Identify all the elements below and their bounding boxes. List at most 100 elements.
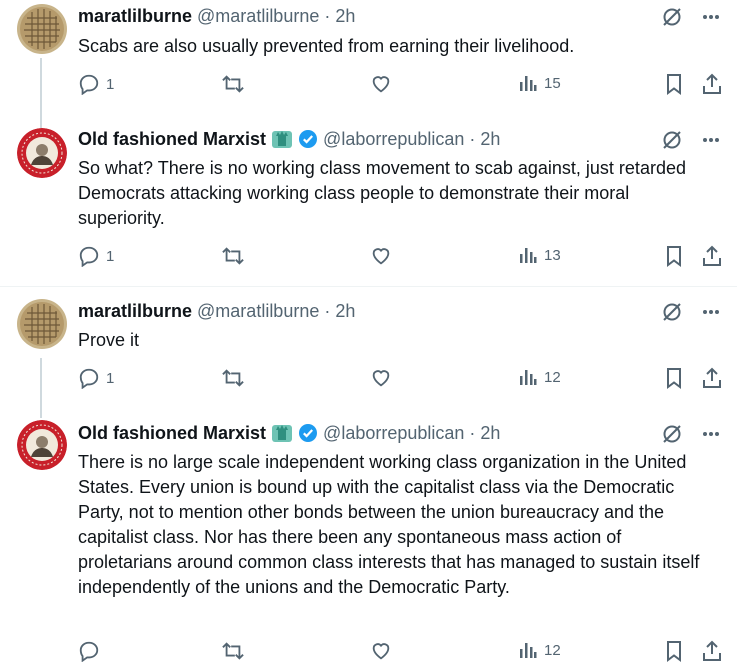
tweet-actions: 1 15	[0, 73, 737, 99]
grok-icon[interactable]	[661, 423, 683, 445]
reply-count: 1	[106, 75, 115, 93]
views-button[interactable]: 12	[518, 640, 561, 660]
heart-icon	[372, 76, 390, 93]
tweet-actions: 12	[0, 640, 737, 666]
tweet-actions: 1 12	[0, 367, 737, 393]
tweet-top-actions	[661, 301, 721, 323]
share-icon	[703, 640, 721, 661]
bookmark-button[interactable]	[664, 245, 684, 267]
views-count: 12	[544, 368, 561, 386]
display-name[interactable]: maratlilburne	[78, 6, 192, 27]
avatar[interactable]	[17, 4, 67, 54]
more-options-icon[interactable]	[701, 424, 721, 444]
more-options-icon[interactable]	[701, 130, 721, 150]
tweet-header: Old fashioned Marxist @laborrepublican ·…	[78, 422, 500, 444]
views-count: 15	[544, 74, 561, 92]
tweet-text: Scabs are also usually prevented from ea…	[78, 36, 575, 56]
separator: ·	[469, 128, 476, 149]
bookmark-button[interactable]	[664, 367, 684, 389]
reply-icon	[79, 641, 99, 662]
tweet-text: There is no large scale independent work…	[78, 452, 700, 597]
bookmark-button[interactable]	[664, 640, 684, 662]
retweet-button[interactable]	[221, 73, 251, 95]
timestamp[interactable]: 2h	[335, 301, 355, 322]
display-name[interactable]: maratlilburne	[78, 301, 192, 322]
retweet-button[interactable]	[221, 640, 251, 662]
share-icon	[703, 73, 721, 94]
bookmark-icon	[667, 74, 681, 95]
share-button[interactable]	[701, 245, 723, 267]
user-handle[interactable]: @laborrepublican	[323, 129, 464, 150]
avatar[interactable]	[17, 420, 67, 470]
bookmark-icon	[667, 368, 681, 389]
avatar[interactable]	[17, 128, 67, 178]
reply-button[interactable]	[78, 640, 106, 662]
views-count: 13	[544, 246, 561, 264]
share-button[interactable]	[701, 367, 723, 389]
retweet-icon	[222, 247, 244, 265]
views-button[interactable]: 15	[518, 73, 561, 93]
timestamp[interactable]: 2h	[480, 423, 500, 444]
separator: ·	[469, 422, 476, 443]
display-name[interactable]: Old fashioned Marxist	[78, 129, 266, 150]
like-button[interactable]	[370, 640, 398, 662]
reply-count: 1	[106, 369, 115, 387]
user-handle[interactable]: @maratlilburne	[197, 301, 319, 322]
tweet-top-actions	[661, 423, 721, 445]
user-handle[interactable]: @maratlilburne	[197, 6, 319, 27]
grok-icon[interactable]	[661, 129, 683, 151]
retweet-icon	[222, 369, 244, 387]
reply-count: 1	[106, 247, 115, 265]
views-chart-icon	[520, 76, 537, 91]
views-chart-icon	[520, 248, 537, 263]
user-handle[interactable]: @laborrepublican	[323, 423, 464, 444]
tweet-header: maratlilburne @maratlilburne · 2h	[78, 5, 355, 27]
tweet-top-actions	[661, 129, 721, 151]
retweet-button[interactable]	[221, 367, 251, 389]
share-button[interactable]	[701, 640, 723, 662]
views-count: 12	[544, 641, 561, 659]
reply-button[interactable]: 1	[78, 73, 114, 95]
like-button[interactable]	[370, 73, 398, 95]
verified-badge-icon[interactable]	[298, 423, 318, 443]
tweet-top-actions	[661, 6, 721, 28]
views-button[interactable]: 12	[518, 367, 561, 387]
timestamp[interactable]: 2h	[335, 6, 355, 27]
tweet-text: So what? There is no working class movem…	[78, 158, 686, 228]
statue-of-liberty-emoji-icon	[271, 422, 293, 444]
separator: ·	[324, 5, 331, 26]
views-button[interactable]: 13	[518, 245, 561, 265]
bookmark-button[interactable]	[664, 73, 684, 95]
statue-of-liberty-emoji-icon	[271, 128, 293, 150]
reply-button[interactable]: 1	[78, 245, 114, 267]
more-options-icon[interactable]	[701, 7, 721, 27]
tweet-divider	[0, 286, 737, 287]
bookmark-icon	[667, 246, 681, 267]
display-name[interactable]: Old fashioned Marxist	[78, 423, 266, 444]
tweet-header: maratlilburne @maratlilburne · 2h	[78, 300, 355, 322]
views-chart-icon	[520, 643, 537, 658]
retweet-icon	[222, 642, 244, 660]
share-button[interactable]	[701, 73, 723, 95]
heart-icon	[372, 370, 390, 387]
tweet-header: Old fashioned Marxist @laborrepublican ·…	[78, 128, 500, 150]
timestamp[interactable]: 2h	[480, 129, 500, 150]
retweet-icon	[222, 75, 244, 93]
grok-icon[interactable]	[661, 6, 683, 28]
like-button[interactable]	[370, 245, 398, 267]
retweet-button[interactable]	[221, 245, 251, 267]
more-options-icon[interactable]	[701, 302, 721, 322]
share-icon	[703, 367, 721, 388]
reply-icon	[79, 246, 99, 267]
like-button[interactable]	[370, 367, 398, 389]
grok-icon[interactable]	[661, 301, 683, 323]
reply-button[interactable]: 1	[78, 367, 114, 389]
tweet-text: Prove it	[78, 330, 140, 350]
reply-icon	[79, 74, 99, 95]
heart-icon	[372, 248, 390, 265]
bookmark-icon	[667, 641, 681, 662]
avatar[interactable]	[17, 299, 67, 349]
separator: ·	[324, 300, 331, 321]
verified-badge-icon[interactable]	[298, 129, 318, 149]
views-chart-icon	[520, 370, 537, 385]
